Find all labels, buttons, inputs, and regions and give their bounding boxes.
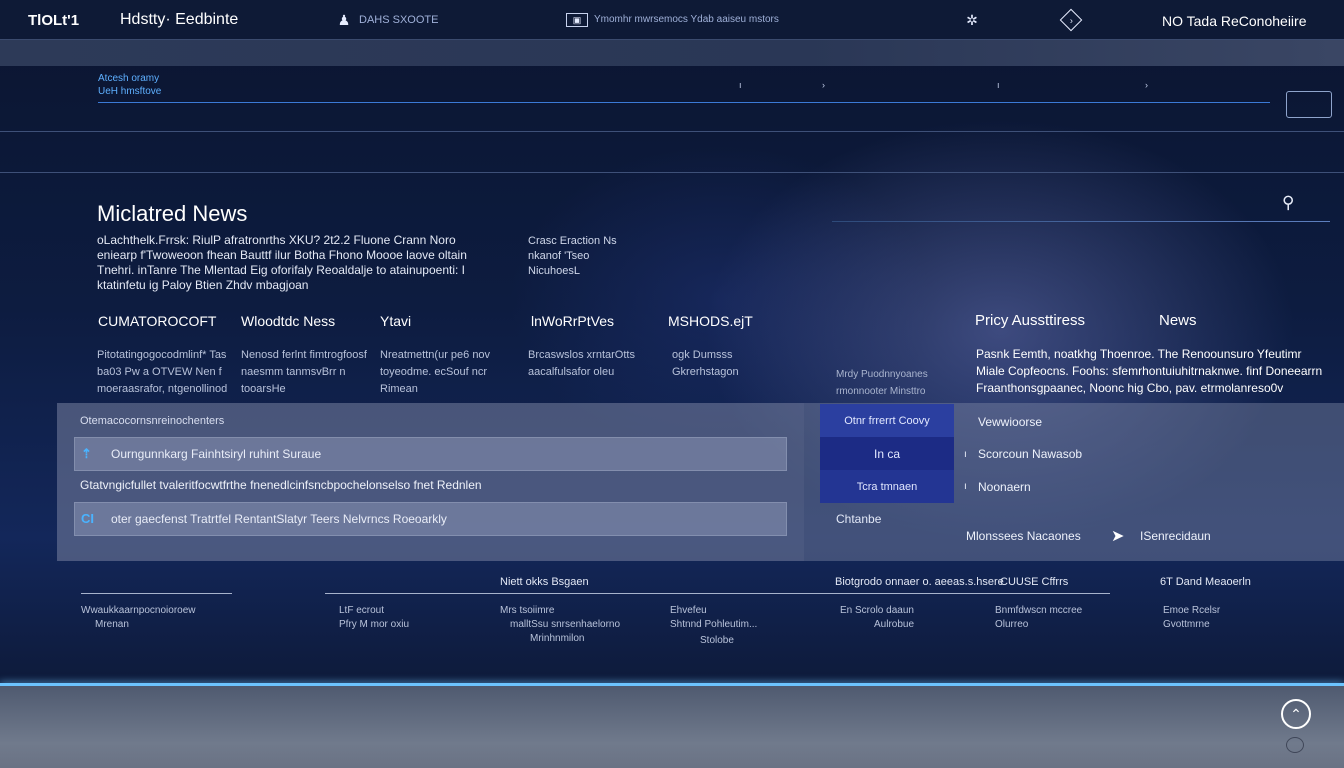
footer-link[interactable]: LtF ecrout Pfry M mor oxiu bbox=[339, 604, 409, 632]
section-divider bbox=[0, 131, 1344, 132]
panel-footer-left[interactable]: Mlonssees Nacaones bbox=[966, 529, 1081, 543]
footer-link[interactable]: Mrs tsoiimre malltSsu snrsenhaelorno Mrinh… bbox=[500, 604, 620, 646]
right-text: Pasnk Eemth, noatkhg Thoenroe. The Renoo… bbox=[976, 347, 1323, 395]
column-head[interactable]: Wloodtdc Ness bbox=[241, 313, 335, 329]
intro-text: oLachthelk.Frrsk: RiulP afratronrths XKU… bbox=[97, 233, 467, 292]
page-title: Miclatred News bbox=[97, 201, 248, 226]
settings-icon[interactable]: ✲ bbox=[962, 10, 982, 30]
breadcrumb-line-2[interactable]: UeH hmsftove bbox=[98, 85, 161, 98]
option-button[interactable]: In ca bbox=[820, 437, 954, 470]
footer-link[interactable]: Emoe Rcelsr Gvottmrne bbox=[1163, 604, 1220, 632]
right-heading-news[interactable]: News bbox=[1159, 312, 1197, 329]
site-title[interactable]: Hdstty· Eedbinte bbox=[120, 11, 238, 29]
option-button[interactable]: Otnr frrerrt Coovy bbox=[820, 404, 954, 437]
search-icon[interactable]: ⚲ bbox=[1282, 193, 1294, 213]
account-label[interactable]: NO Tada ReConoheiire bbox=[1162, 13, 1307, 29]
footer-heading: Biotgrodo onnaer o. aeeas.s.hsere bbox=[835, 576, 1004, 588]
breadcrumb: Atcesh oramy UeH hmsftove bbox=[98, 72, 161, 98]
footer-link[interactable]: Stolobe bbox=[700, 634, 734, 648]
footer-link[interactable]: En Scrolo daaun Aulrobue bbox=[840, 604, 914, 632]
column-head[interactable]: CUMATOROCOFT bbox=[98, 313, 216, 329]
chat-icon[interactable] bbox=[1286, 737, 1304, 753]
nav-link-2[interactable]: Ymomhr mwrsemocs Ydab aaiseu mstors bbox=[594, 14, 779, 25]
footer-link[interactable]: Ehvefeu Shtnnd Pohleutim... bbox=[670, 604, 757, 632]
list-item[interactable]: ⇡ Ourngunnkarg Fainhtsiryl ruhint Suraue bbox=[74, 437, 787, 471]
column-head[interactable]: Ytavi bbox=[380, 313, 411, 329]
panel-footer-right[interactable]: ISenrecidaun bbox=[1140, 529, 1211, 543]
top-navigation-bar: TlOLt'1 Hdstty· Eedbinte ♟ DAHS SXOOTE ▣… bbox=[0, 0, 1344, 40]
screen-icon[interactable]: ▣ bbox=[566, 13, 588, 27]
column-head[interactable]: MSHODS.ejT bbox=[668, 313, 753, 329]
brand-logo[interactable]: TlOLt'1 bbox=[28, 12, 79, 29]
menu-toggle-button[interactable] bbox=[1286, 91, 1332, 118]
footer-heading: CUUSE Cffrrs bbox=[1000, 576, 1069, 588]
plain-label[interactable]: Chtanbe bbox=[836, 512, 881, 526]
column-text: Nenosd ferlnt fimtrogfoosf naesmm tanmsv… bbox=[241, 349, 367, 395]
option-button[interactable]: Tcra tmnaen bbox=[820, 470, 954, 503]
footer-divider bbox=[325, 593, 1110, 594]
breadcrumb-divider bbox=[98, 102, 1270, 103]
bookmark-icon: ⇡ bbox=[81, 446, 92, 461]
column-text: Nreatmettn(ur pe6 nov toyeodme. ecSouf n… bbox=[380, 349, 491, 395]
send-icon[interactable]: ➤ bbox=[1111, 526, 1124, 546]
tick-mark: ı bbox=[997, 80, 1000, 90]
diamond-icon[interactable]: › bbox=[1059, 8, 1083, 32]
list-item[interactable]: Scorcoun Nawasob bbox=[978, 447, 1082, 461]
footer-divider bbox=[81, 593, 232, 594]
list-item[interactable]: Noonaern bbox=[978, 480, 1031, 494]
column-head[interactable]: lnWoRrPtVes bbox=[531, 313, 614, 329]
tick-mark: › bbox=[822, 80, 825, 90]
info-icon: CI bbox=[81, 511, 94, 526]
tick-mark: ı bbox=[739, 80, 742, 90]
bullet-icon: ı bbox=[964, 449, 967, 460]
nav-link-1[interactable]: DAHS SXOOTE bbox=[359, 14, 438, 26]
side-note: Crasc Eraction Ns nkanof 'Tseo NicuhoesL bbox=[528, 235, 617, 277]
footer-link[interactable]: Wwaukkaarnpocnoioroew Mrenan bbox=[81, 604, 196, 632]
right-small-text: Mrdy Puodnnyoanes rmonnooter Minsttro bbox=[836, 369, 928, 397]
arrow-up-icon[interactable]: ⌃ bbox=[1281, 699, 1311, 729]
list-item-label: oter gaecfenst Tratrtfel RentantSlatyr T… bbox=[111, 512, 447, 526]
tick-mark: › bbox=[1145, 80, 1148, 90]
column-text: Brcaswslos xrntarOtts aacalfulsafor oleu bbox=[528, 349, 635, 378]
list-item[interactable]: Vewwioorse bbox=[978, 415, 1042, 429]
panel-header: Otemacocornsnreinochenters bbox=[80, 415, 225, 427]
panel-description: Gtatvngicfullet tvaleritfocwtfrthe fnene… bbox=[80, 478, 482, 492]
list-item-label: Ourngunnkarg Fainhtsiryl ruhint Suraue bbox=[111, 447, 322, 461]
user-icon[interactable]: ♟ bbox=[334, 10, 354, 30]
footer-heading: Niett okks Bsgaen bbox=[500, 576, 589, 588]
search-input[interactable] bbox=[832, 221, 1330, 222]
list-item[interactable]: CI oter gaecfenst Tratrtfel RentantSlaty… bbox=[74, 502, 787, 536]
footer-heading: 6T Dand Meaoerln bbox=[1160, 576, 1251, 588]
footer-link[interactable]: Bnmfdwscn mccree Olurreo bbox=[995, 604, 1082, 632]
right-heading: Pricy Aussttiress bbox=[975, 312, 1086, 329]
column-text: ogk Dumsss Gkrerhstagon bbox=[672, 349, 739, 378]
section-divider bbox=[0, 172, 1344, 173]
bullet-icon: ı bbox=[964, 481, 967, 492]
column-text: Pitotatingogocodmlinf* Tas ba03 Pw a OTV… bbox=[97, 349, 228, 395]
breadcrumb-line-1[interactable]: Atcesh oramy bbox=[98, 72, 161, 85]
bottom-bar bbox=[0, 686, 1344, 768]
header-band bbox=[0, 40, 1344, 66]
